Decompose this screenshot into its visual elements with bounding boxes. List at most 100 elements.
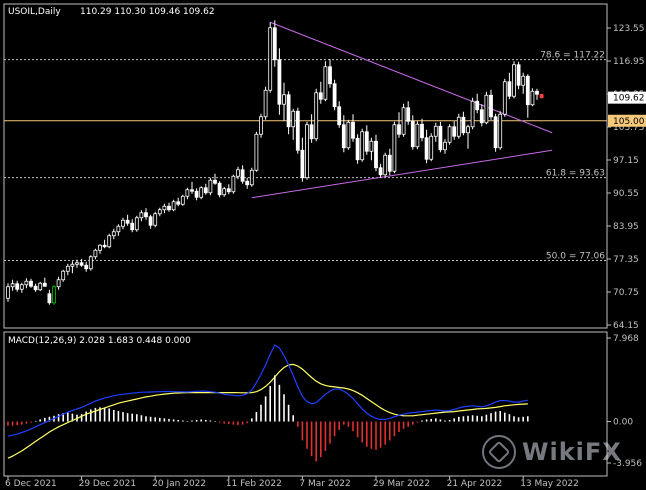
candle-body (383, 154, 388, 176)
price-tick-label: 77.35 (613, 255, 639, 265)
candle-body (456, 116, 461, 137)
candle-body (203, 187, 208, 194)
candle-body (314, 92, 319, 140)
candle-body (111, 231, 116, 237)
ohlc-header: 110.29 110.30 109.46 109.62 (80, 7, 215, 17)
candle-body (420, 123, 424, 139)
candle-body (479, 109, 484, 124)
candle-body (231, 175, 236, 193)
candle-body (539, 93, 544, 99)
candle-body (190, 189, 194, 192)
candle-body (70, 263, 75, 267)
candle-body (410, 120, 415, 148)
candle-body (305, 124, 309, 179)
candle-body (525, 75, 530, 106)
candle-body (387, 154, 392, 172)
candle-body (259, 116, 263, 135)
candle-body (341, 124, 346, 149)
current-price-label: 109.62 (613, 94, 645, 104)
candle-body (93, 249, 98, 258)
candle-body (286, 94, 291, 128)
candle-body (88, 256, 93, 270)
price-tick-label: 83.95 (613, 222, 639, 232)
candle-body (502, 81, 507, 115)
price-tick-label: 123.55 (613, 24, 645, 34)
date-tick-label: 20 Jan 2022 (152, 479, 206, 489)
candle-body (415, 123, 420, 148)
candle-body (102, 244, 107, 248)
candle-body (498, 113, 503, 149)
level-label: 78.6 = 117.22 (540, 51, 605, 61)
candle-body (530, 90, 535, 106)
date-tick-label: 29 Mar 2022 (373, 479, 430, 489)
symbol-label: USOIL,Daily (8, 7, 61, 17)
candle-body (226, 188, 231, 193)
date-tick-label: 21 Apr 2022 (447, 479, 503, 489)
wikifx-watermark: WikiFX (482, 432, 642, 472)
candle-body (33, 285, 38, 291)
candle-body (346, 121, 351, 149)
candle-body (318, 92, 323, 100)
chart-background (0, 0, 646, 490)
candle-body (512, 64, 516, 97)
candle-body (337, 106, 342, 126)
candle-body (245, 180, 250, 186)
price-chart[interactable]: 78.6 = 117.22 61.8 = 93.63 50.0 = 77.06 12… (0, 0, 646, 490)
candle-body (116, 225, 121, 233)
candle-body (125, 219, 130, 224)
candle-body (484, 94, 489, 124)
candle-body (295, 110, 300, 151)
candle-body (19, 284, 24, 290)
candle-body (309, 124, 314, 140)
candle-body (162, 205, 167, 211)
candle-body (263, 89, 268, 118)
candle-body (470, 100, 475, 128)
date-tick-label: 13 May 2022 (520, 479, 579, 489)
candle-body (332, 83, 337, 108)
date-tick-label: 11 Feb 2022 (226, 479, 282, 489)
candle-body (167, 205, 171, 211)
candle-body (392, 124, 397, 172)
candle-body (47, 293, 52, 304)
candle-body (84, 264, 89, 270)
candle-body (272, 27, 277, 61)
candle-body (438, 125, 443, 151)
candle-body (268, 27, 273, 91)
candle-body (213, 179, 217, 184)
candle-body (378, 167, 383, 176)
candle-body (15, 283, 20, 290)
candle-body (157, 209, 162, 215)
candle-body (254, 133, 259, 171)
price-tick-label: 116.95 (613, 57, 645, 67)
candle-body (355, 137, 360, 161)
price-tick-label: 90.55 (613, 189, 639, 199)
candle-body (139, 212, 144, 219)
candle-body (199, 187, 204, 198)
candle-body (452, 126, 457, 137)
candle-body (194, 190, 199, 198)
candle-body (208, 179, 213, 194)
candle-body (516, 64, 521, 86)
candle-body (121, 219, 125, 227)
candle-body (222, 188, 227, 196)
candle-body (282, 94, 286, 105)
candle-body (323, 66, 328, 100)
candle-body (38, 282, 43, 291)
candle-body (56, 279, 61, 288)
candle-body (153, 213, 158, 226)
wikifx-logo-icon (482, 435, 516, 469)
candle-body (351, 121, 355, 139)
candle-body (364, 131, 369, 152)
date-tick-label: 6 Dec 2021 (5, 479, 57, 489)
candle-body (277, 59, 282, 105)
candle-body (249, 169, 254, 186)
candle-body (107, 235, 112, 248)
price-tick-label: 70.75 (613, 288, 639, 298)
candle-body (424, 137, 429, 160)
candle-body (443, 141, 447, 151)
date-tick-label: 29 Dec 2021 (79, 479, 137, 489)
candle-body (433, 125, 438, 137)
candle-body (369, 140, 374, 152)
candle-body (10, 283, 15, 288)
candle-body (98, 244, 102, 251)
